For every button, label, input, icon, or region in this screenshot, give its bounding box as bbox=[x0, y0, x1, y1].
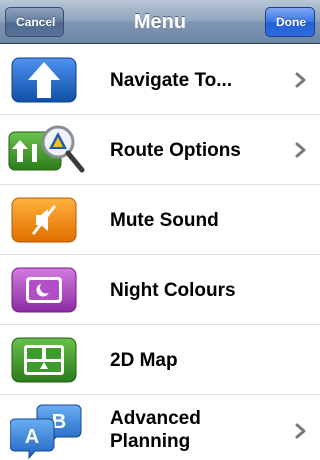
chevron-right-icon bbox=[295, 72, 306, 88]
menu-item-navigate-to[interactable]: Navigate To... bbox=[0, 45, 320, 115]
map-2d-icon bbox=[11, 337, 77, 383]
advanced-planning-ab-icon: B A bbox=[10, 404, 82, 459]
menu-item-label: Advanced Planning bbox=[110, 408, 201, 452]
chevron-right-icon bbox=[295, 423, 306, 439]
menu-item-night-colours[interactable]: Night Colours bbox=[0, 255, 320, 325]
menu-item-label: Navigate To... bbox=[110, 69, 233, 91]
svg-text:A: A bbox=[25, 426, 39, 448]
chevron-right-icon bbox=[295, 142, 306, 158]
done-button[interactable]: Done bbox=[265, 7, 315, 37]
menu-item-label: Route Options bbox=[110, 139, 241, 161]
menu-item-label: Night Colours bbox=[110, 279, 236, 301]
menu-list: Navigate To... Route Options Mute Sound … bbox=[0, 45, 320, 460]
night-moon-icon bbox=[11, 267, 77, 313]
menu-item-label: 2D Map bbox=[110, 349, 178, 371]
menu-item-label: Mute Sound bbox=[110, 209, 219, 231]
menu-item-advanced-planning[interactable]: B A Advanced Planning bbox=[0, 395, 320, 460]
route-options-magnifier-icon bbox=[8, 125, 85, 173]
menu-item-mute-sound[interactable]: Mute Sound bbox=[0, 185, 320, 255]
menu-item-2d-map[interactable]: 2D Map bbox=[0, 325, 320, 395]
mute-speaker-icon bbox=[11, 197, 77, 243]
navigate-arrow-icon bbox=[11, 57, 77, 103]
navigation-bar: Cancel Menu Done bbox=[0, 0, 320, 44]
menu-item-route-options[interactable]: Route Options bbox=[0, 115, 320, 185]
